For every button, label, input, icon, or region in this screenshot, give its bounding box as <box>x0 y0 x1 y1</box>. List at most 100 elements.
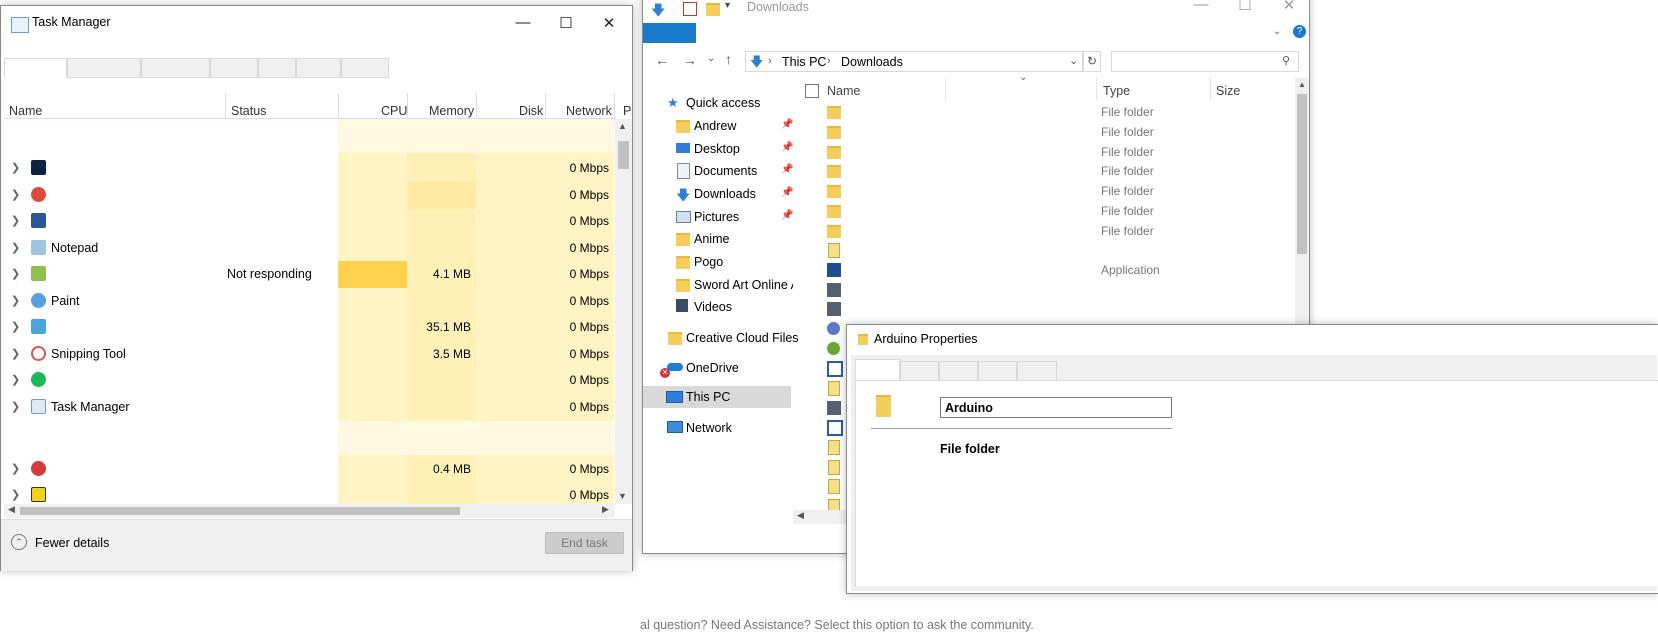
process-row[interactable]: ❯ 0 Mbps <box>1 482 623 504</box>
process-row[interactable]: ❯ Snipping Tool 3.5 MB 0 Mbps <box>1 341 623 368</box>
scrollbar-thumb[interactable] <box>618 141 629 169</box>
col-type[interactable]: Type <box>1103 84 1130 98</box>
expand-chevron-icon[interactable]: ❯ <box>11 294 20 307</box>
scroll-up-icon[interactable]: ▲ <box>1298 80 1306 89</box>
tab-security[interactable] <box>938 361 979 382</box>
process-row[interactable]: ❯ Notepad 0 Mbps <box>1 235 623 262</box>
pin-icon[interactable]: 📌 <box>781 142 793 153</box>
nav-this-pc[interactable]: This PC <box>643 386 791 408</box>
file-tab[interactable] <box>643 23 696 43</box>
nav-network[interactable]: Network <box>643 417 793 439</box>
expand-chevron-icon[interactable]: ❯ <box>11 400 20 413</box>
expand-chevron-icon[interactable]: ❯ <box>11 373 20 386</box>
tab-customize[interactable] <box>1016 361 1057 382</box>
scroll-up-icon[interactable]: ▲ <box>618 121 627 131</box>
breadcrumb-this-pc[interactable]: This PC <box>782 55 826 69</box>
folder-name-input[interactable]: Arduino <box>940 397 1172 418</box>
file-row[interactable]: File folder <box>793 201 1293 221</box>
nav-sword-art-online[interactable]: Sword Art Online Al <box>643 274 793 296</box>
file-row[interactable] <box>793 240 1293 260</box>
file-list-hscroll[interactable]: ◀ <box>793 510 853 524</box>
col-power[interactable]: P <box>623 104 631 118</box>
file-row[interactable]: Application <box>793 260 1293 280</box>
refresh-icon[interactable]: ↻ <box>1083 51 1101 72</box>
file-row[interactable]: File folder <box>793 181 1293 201</box>
nav-desktop[interactable]: Desktop 📌 <box>643 138 793 160</box>
forward-icon[interactable]: → <box>683 52 697 68</box>
expand-chevron-icon[interactable]: ❯ <box>11 241 20 254</box>
nav-pictures[interactable]: Pictures 📌 <box>643 206 793 228</box>
end-task-button[interactable]: End task <box>545 532 624 554</box>
process-row[interactable]: ❯ 0 Mbps <box>1 208 623 235</box>
hscroll-thumb[interactable] <box>20 507 460 515</box>
expand-chevron-icon[interactable]: ❯ <box>11 214 20 227</box>
scroll-left-icon[interactable]: ◀ <box>797 510 804 521</box>
expand-chevron-icon[interactable]: ❯ <box>11 320 20 333</box>
chevron-up-icon[interactable]: ⌃ <box>11 534 27 550</box>
recent-locations-icon[interactable]: ⌄ <box>707 53 715 64</box>
file-row[interactable] <box>793 299 1293 319</box>
pin-icon[interactable]: 📌 <box>781 210 793 221</box>
select-all-checkbox[interactable] <box>805 84 819 98</box>
expand-chevron-icon[interactable]: ❯ <box>11 488 20 501</box>
network-value: 0 Mbps <box>569 161 609 175</box>
scroll-right-icon[interactable]: ▶ <box>602 504 609 515</box>
minimize-button[interactable]: — <box>1179 0 1223 13</box>
nav-creative-cloud[interactable]: Creative Cloud Files <box>643 327 799 349</box>
pin-icon[interactable]: 📌 <box>781 164 793 175</box>
nav-andrew[interactable]: Andrew 📌 <box>643 115 793 137</box>
tab-previous-versions[interactable] <box>977 361 1018 382</box>
help-icon[interactable]: ? <box>1293 25 1306 38</box>
process-row[interactable]: ❯ Paint 0 Mbps <box>1 288 623 315</box>
expand-chevron-icon[interactable]: ❯ <box>11 462 20 475</box>
col-size[interactable]: Size <box>1216 84 1240 98</box>
expand-chevron-icon[interactable]: ❯ <box>11 267 20 280</box>
expand-chevron-icon[interactable]: ❯ <box>11 347 20 360</box>
file-row[interactable] <box>793 280 1293 300</box>
process-row[interactable]: ❯ 0 Mbps <box>1 367 623 394</box>
process-row[interactable]: ❯ 35.1 MB 0 Mbps <box>1 314 623 341</box>
process-row[interactable]: ❯ Task Manager 0 Mbps <box>1 394 623 421</box>
breadcrumb-downloads[interactable]: Downloads <box>841 55 903 69</box>
process-row[interactable]: ❯ 0.4 MB 0 Mbps <box>1 456 623 483</box>
up-icon[interactable]: ↑ <box>725 51 732 67</box>
file-row[interactable]: File folder <box>793 142 1293 162</box>
nav-videos[interactable]: Videos <box>643 296 793 318</box>
nav-quick-access[interactable]: ★ Quick access <box>643 92 793 114</box>
file-row[interactable]: File folder <box>793 122 1293 142</box>
pin-icon[interactable]: 📌 <box>781 187 793 198</box>
process-row[interactable]: ❯ 0 Mbps <box>1 155 623 182</box>
file-row[interactable]: File folder <box>793 102 1293 122</box>
scroll-left-icon[interactable]: ◀ <box>8 504 15 515</box>
maximize-button[interactable]: ☐ <box>1223 0 1267 14</box>
fewer-details-link[interactable]: Fewer details <box>35 536 109 550</box>
tab-sharing[interactable] <box>899 361 940 382</box>
new-folder-icon[interactable] <box>706 3 720 16</box>
nav-onedrive[interactable]: ✕ OneDrive <box>643 357 793 379</box>
search-input[interactable]: ⚲ <box>1111 51 1299 72</box>
process-row[interactable]: ❯ 0 Mbps <box>1 182 623 209</box>
address-dropdown-icon[interactable]: ⌄ <box>1069 54 1078 67</box>
file-row[interactable]: File folder <box>793 221 1293 241</box>
nav-downloads[interactable]: 🡇 Downloads 📌 <box>643 183 793 205</box>
nav-documents[interactable]: Documents 📌 <box>643 160 793 182</box>
horizontal-scrollbar[interactable]: ◀ ▶ <box>4 504 615 518</box>
close-button[interactable]: ✕ <box>1267 0 1311 14</box>
checkbox-properties-icon[interactable] <box>683 2 697 16</box>
expand-chevron-icon[interactable]: ❯ <box>11 161 20 174</box>
process-row[interactable]: ❯ Not responding 4.1 MB 0 Mbps <box>1 261 623 288</box>
ribbon-expand-icon[interactable]: ⌄ <box>1273 26 1281 37</box>
file-row[interactable]: File folder <box>793 161 1293 181</box>
qat-dropdown-icon[interactable]: ▾ <box>725 0 730 11</box>
tab-general[interactable] <box>855 359 901 381</box>
col-name[interactable]: Name <box>827 84 860 98</box>
expand-chevron-icon[interactable]: ❯ <box>11 188 20 201</box>
nav-anime[interactable]: Anime <box>643 228 793 250</box>
address-bar[interactable]: 🡇 › This PC › Downloads ⌄ <box>745 51 1083 72</box>
scrollbar-thumb[interactable] <box>1297 94 1307 254</box>
vertical-scrollbar[interactable]: ▲ ▼ <box>615 119 632 504</box>
nav-pogo[interactable]: Pogo <box>643 251 793 273</box>
scroll-down-icon[interactable]: ▼ <box>618 491 627 501</box>
back-icon[interactable]: ← <box>655 52 669 68</box>
pin-icon[interactable]: 📌 <box>781 119 793 130</box>
